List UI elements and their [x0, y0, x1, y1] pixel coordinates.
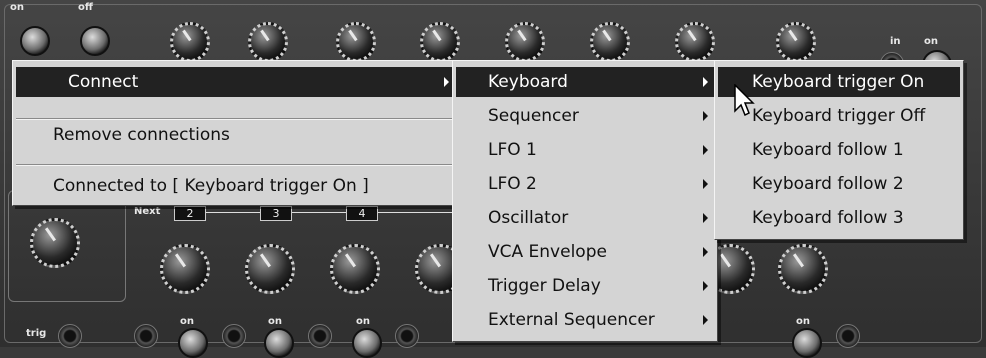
menu-item-label: LFO 1	[488, 140, 537, 160]
next-label: Next	[134, 206, 161, 217]
big-knob[interactable]	[30, 218, 80, 268]
on-toggle[interactable]	[20, 26, 50, 56]
submenu-arrow-icon	[703, 247, 708, 257]
menu-item-label: Connected to [ Keyboard trigger On ]	[53, 176, 369, 196]
top-knob[interactable]	[675, 22, 715, 62]
submenu-arrow-icon	[444, 77, 449, 87]
menu-item-connect[interactable]: Connect	[16, 67, 452, 97]
jack[interactable]	[308, 324, 332, 348]
submenu-arrow-icon	[703, 77, 708, 87]
on-toggle[interactable]	[178, 328, 208, 358]
top-knob[interactable]	[420, 22, 460, 62]
top-knob[interactable]	[336, 22, 376, 62]
jack[interactable]	[134, 324, 158, 348]
top-knob[interactable]	[776, 22, 816, 62]
step-indicator-row: Next 2 3 4	[130, 206, 466, 221]
step-knob[interactable]	[330, 244, 380, 294]
step-number: 2	[174, 206, 206, 221]
top-knob[interactable]	[505, 22, 545, 62]
step-line	[176, 212, 466, 213]
menu-item-trigger-delay[interactable]: Trigger Delay	[456, 271, 714, 301]
menu-item-label: Remove connections	[53, 125, 230, 145]
trig-jack[interactable]	[58, 324, 82, 348]
step-number: 3	[260, 206, 292, 221]
menu-item-label: Keyboard follow 3	[752, 208, 904, 228]
mouse-pointer-icon	[734, 84, 755, 117]
on-label: on	[924, 36, 938, 47]
jack[interactable]	[222, 324, 246, 348]
on-label: on	[180, 316, 194, 327]
step-knob[interactable]	[245, 244, 295, 294]
top-knob[interactable]	[590, 22, 630, 62]
step-number: 4	[346, 206, 378, 221]
menu-item-label: External Sequencer	[488, 310, 655, 330]
jack[interactable]	[395, 324, 419, 348]
in-label: in	[890, 36, 901, 47]
on-toggle[interactable]	[352, 328, 382, 358]
on-label: on	[268, 316, 282, 327]
context-menu: Connect Remove connections Connected to …	[12, 60, 456, 206]
menu-item-label: Trigger Delay	[488, 276, 601, 296]
menu-item-label: Keyboard follow 1	[752, 140, 904, 160]
on-label: on	[796, 316, 810, 327]
menu-item-label: Keyboard follow 2	[752, 174, 904, 194]
off-label: off	[78, 2, 93, 13]
submenu-arrow-icon	[703, 145, 708, 155]
menu-item-connected-to: Connected to [ Keyboard trigger On ]	[16, 171, 452, 201]
submenu-arrow-icon	[703, 315, 708, 325]
menu-separator	[16, 164, 452, 166]
top-knob[interactable]	[170, 22, 210, 62]
menu-item-label: Keyboard	[488, 72, 568, 92]
menu-item-lfo-1[interactable]: LFO 1	[456, 135, 714, 165]
menu-item-label: Sequencer	[488, 106, 579, 126]
jack[interactable]	[836, 324, 860, 348]
menu-item-vca-envelope[interactable]: VCA Envelope	[456, 237, 714, 267]
menu-item-label: Oscillator	[488, 208, 569, 228]
menu-item-lfo-2[interactable]: LFO 2	[456, 169, 714, 199]
on-label: on	[10, 2, 24, 13]
menu-item-label: Connect	[68, 72, 139, 92]
menu-item-keyboard-follow-1[interactable]: Keyboard follow 1	[718, 135, 960, 165]
submenu-arrow-icon	[703, 213, 708, 223]
off-toggle[interactable]	[80, 26, 110, 56]
trig-label: trig	[26, 328, 47, 339]
menu-item-remove-connections[interactable]: Remove connections	[16, 120, 452, 150]
menu-item-label: Keyboard trigger On	[752, 72, 925, 92]
menu-item-label: LFO 2	[488, 174, 537, 194]
menu-item-oscillator[interactable]: Oscillator	[456, 203, 714, 233]
submenu-arrow-icon	[703, 179, 708, 189]
submenu-arrow-icon	[703, 111, 708, 121]
menu-item-label: Keyboard trigger Off	[752, 106, 926, 126]
menu-item-keyboard-follow-2[interactable]: Keyboard follow 2	[718, 169, 960, 199]
step-knob[interactable]	[160, 244, 210, 294]
top-knob[interactable]	[248, 22, 288, 62]
menu-item-external-sequencer[interactable]: External Sequencer	[456, 305, 714, 335]
menu-item-keyboard-follow-3[interactable]: Keyboard follow 3	[718, 203, 960, 233]
on-toggle[interactable]	[264, 328, 294, 358]
step-knob[interactable]	[778, 244, 828, 294]
source-submenu: Keyboard Sequencer LFO 1 LFO 2 Oscillato…	[452, 60, 718, 342]
menu-item-sequencer[interactable]: Sequencer	[456, 101, 714, 131]
on-label: on	[356, 316, 370, 327]
menu-item-label: VCA Envelope	[488, 242, 607, 262]
menu-item-keyboard[interactable]: Keyboard	[456, 67, 714, 97]
on-toggle[interactable]	[792, 328, 822, 358]
submenu-arrow-icon	[703, 281, 708, 291]
